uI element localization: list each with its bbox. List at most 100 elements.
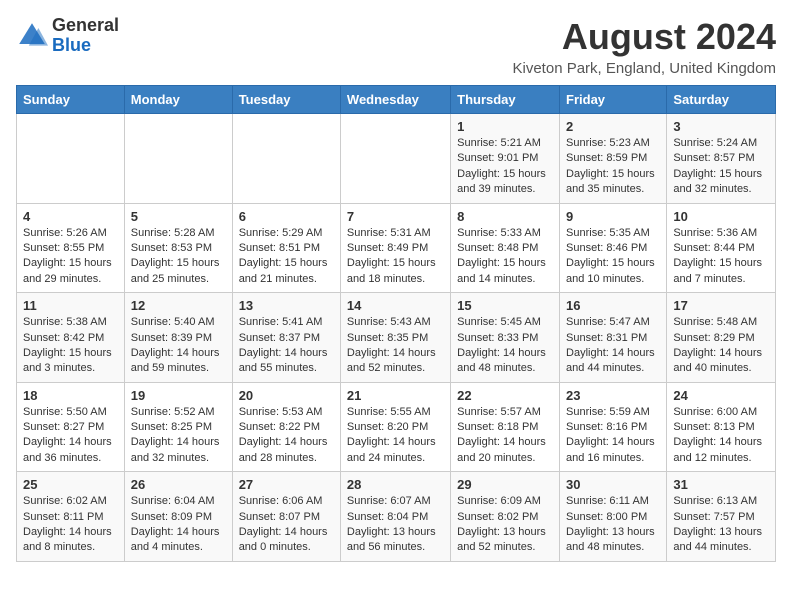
calendar-cell: 22 Sunrise: 5:57 AM Sunset: 8:18 PM Dayli…: [451, 382, 560, 472]
day-number: 11: [23, 298, 118, 313]
calendar-cell: [124, 114, 232, 204]
logo-general-text: General: [52, 15, 119, 35]
day-info: Sunrise: 6:07 AM Sunset: 8:04 PM Dayligh…: [347, 494, 444, 556]
calendar-cell: 25 Sunrise: 6:02 AM Sunset: 8:11 PM Dayli…: [17, 472, 125, 562]
day-number: 4: [23, 209, 118, 224]
day-info: Sunrise: 5:53 AM Sunset: 8:22 PM Dayligh…: [239, 405, 334, 467]
week-row-2: 4 Sunrise: 5:26 AM Sunset: 8:55 PM Daylig…: [17, 203, 776, 293]
day-number: 2: [566, 119, 660, 134]
header-wednesday: Wednesday: [340, 86, 450, 114]
day-info: Sunrise: 5:28 AM Sunset: 8:53 PM Dayligh…: [131, 226, 226, 288]
location-subtitle: Kiveton Park, England, United Kingdom: [513, 60, 777, 77]
logo-blue-text: Blue: [52, 35, 91, 55]
day-info: Sunrise: 5:57 AM Sunset: 8:18 PM Dayligh…: [457, 405, 553, 467]
day-info: Sunrise: 5:29 AM Sunset: 8:51 PM Dayligh…: [239, 226, 334, 288]
calendar-cell: 27 Sunrise: 6:06 AM Sunset: 8:07 PM Dayli…: [232, 472, 340, 562]
calendar-cell: 29 Sunrise: 6:09 AM Sunset: 8:02 PM Dayli…: [451, 472, 560, 562]
day-info: Sunrise: 6:11 AM Sunset: 8:00 PM Dayligh…: [566, 494, 660, 556]
day-info: Sunrise: 5:38 AM Sunset: 8:42 PM Dayligh…: [23, 315, 118, 377]
day-number: 29: [457, 477, 553, 492]
calendar-cell: 20 Sunrise: 5:53 AM Sunset: 8:22 PM Dayli…: [232, 382, 340, 472]
day-info: Sunrise: 5:40 AM Sunset: 8:39 PM Dayligh…: [131, 315, 226, 377]
calendar-cell: 2 Sunrise: 5:23 AM Sunset: 8:59 PM Daylig…: [560, 114, 667, 204]
calendar-cell: 31Sunrise: 6:13 AM Sunset: 7:57 PM Dayli…: [667, 472, 776, 562]
day-info: Sunrise: 5:36 AM Sunset: 8:44 PM Dayligh…: [673, 226, 769, 288]
calendar-cell: 9Sunrise: 5:35 AM Sunset: 8:46 PM Daylig…: [560, 203, 667, 293]
calendar-table: SundayMondayTuesdayWednesdayThursdayFrid…: [16, 85, 776, 562]
header-tuesday: Tuesday: [232, 86, 340, 114]
calendar-cell: 14 Sunrise: 5:43 AM Sunset: 8:35 PM Dayli…: [340, 293, 450, 383]
calendar-cell: 24 Sunrise: 6:00 AM Sunset: 8:13 PM Dayli…: [667, 382, 776, 472]
page-header: General Blue August 2024 Kiveton Park, E…: [16, 16, 776, 77]
title-area: August 2024 Kiveton Park, England, Unite…: [513, 16, 777, 77]
day-info: Sunrise: 5:23 AM Sunset: 8:59 PM Dayligh…: [566, 136, 660, 198]
calendar-cell: 17 Sunrise: 5:48 AM Sunset: 8:29 PM Dayli…: [667, 293, 776, 383]
day-number: 17: [673, 298, 769, 313]
day-number: 23: [566, 388, 660, 403]
calendar-cell: 6 Sunrise: 5:29 AM Sunset: 8:51 PM Daylig…: [232, 203, 340, 293]
logo-text: General Blue: [52, 16, 119, 56]
calendar-cell: 19 Sunrise: 5:52 AM Sunset: 8:25 PM Dayli…: [124, 382, 232, 472]
day-info: Sunrise: 5:55 AM Sunset: 8:20 PM Dayligh…: [347, 405, 444, 467]
day-number: 19: [131, 388, 226, 403]
calendar-cell: 23 Sunrise: 5:59 AM Sunset: 8:16 PM Dayli…: [560, 382, 667, 472]
calendar-header-row: SundayMondayTuesdayWednesdayThursdayFrid…: [17, 86, 776, 114]
day-info: Sunrise: 6:04 AM Sunset: 8:09 PM Dayligh…: [131, 494, 226, 556]
header-saturday: Saturday: [667, 86, 776, 114]
header-monday: Monday: [124, 86, 232, 114]
calendar-cell: 26Sunrise: 6:04 AM Sunset: 8:09 PM Dayli…: [124, 472, 232, 562]
day-number: 22: [457, 388, 553, 403]
day-info: Sunrise: 6:09 AM Sunset: 8:02 PM Dayligh…: [457, 494, 553, 556]
day-number: 5: [131, 209, 226, 224]
day-info: Sunrise: 5:48 AM Sunset: 8:29 PM Dayligh…: [673, 315, 769, 377]
day-number: 8: [457, 209, 553, 224]
calendar-cell: 30 Sunrise: 6:11 AM Sunset: 8:00 PM Dayli…: [560, 472, 667, 562]
day-info: Sunrise: 5:24 AM Sunset: 8:57 PM Dayligh…: [673, 136, 769, 198]
day-number: 6: [239, 209, 334, 224]
day-number: 1: [457, 119, 553, 134]
calendar-cell: 18 Sunrise: 5:50 AM Sunset: 8:27 PM Dayli…: [17, 382, 125, 472]
day-number: 12: [131, 298, 226, 313]
calendar-cell: 16Sunrise: 5:47 AM Sunset: 8:31 PM Dayli…: [560, 293, 667, 383]
calendar-cell: 10Sunrise: 5:36 AM Sunset: 8:44 PM Dayli…: [667, 203, 776, 293]
day-info: Sunrise: 5:47 AM Sunset: 8:31 PM Dayligh…: [566, 315, 660, 377]
day-info: Sunrise: 6:00 AM Sunset: 8:13 PM Dayligh…: [673, 405, 769, 467]
calendar-cell: [17, 114, 125, 204]
day-number: 27: [239, 477, 334, 492]
calendar-cell: 13 Sunrise: 5:41 AM Sunset: 8:37 PM Dayli…: [232, 293, 340, 383]
logo-icon: [16, 20, 48, 52]
day-info: Sunrise: 5:41 AM Sunset: 8:37 PM Dayligh…: [239, 315, 334, 377]
day-number: 25: [23, 477, 118, 492]
day-number: 24: [673, 388, 769, 403]
day-info: Sunrise: 6:13 AM Sunset: 7:57 PM Dayligh…: [673, 494, 769, 556]
day-info: Sunrise: 5:26 AM Sunset: 8:55 PM Dayligh…: [23, 226, 118, 288]
day-info: Sunrise: 5:21 AM Sunset: 9:01 PM Dayligh…: [457, 136, 553, 198]
calendar-cell: 4 Sunrise: 5:26 AM Sunset: 8:55 PM Daylig…: [17, 203, 125, 293]
month-year-title: August 2024: [513, 16, 777, 58]
day-info: Sunrise: 5:50 AM Sunset: 8:27 PM Dayligh…: [23, 405, 118, 467]
week-row-1: 1 Sunrise: 5:21 AM Sunset: 9:01 PM Daylig…: [17, 114, 776, 204]
day-number: 7: [347, 209, 444, 224]
day-info: Sunrise: 5:59 AM Sunset: 8:16 PM Dayligh…: [566, 405, 660, 467]
calendar-cell: 28Sunrise: 6:07 AM Sunset: 8:04 PM Dayli…: [340, 472, 450, 562]
day-info: Sunrise: 5:52 AM Sunset: 8:25 PM Dayligh…: [131, 405, 226, 467]
calendar-cell: 12 Sunrise: 5:40 AM Sunset: 8:39 PM Dayli…: [124, 293, 232, 383]
day-info: Sunrise: 6:02 AM Sunset: 8:11 PM Dayligh…: [23, 494, 118, 556]
day-info: Sunrise: 5:43 AM Sunset: 8:35 PM Dayligh…: [347, 315, 444, 377]
calendar-cell: 21Sunrise: 5:55 AM Sunset: 8:20 PM Dayli…: [340, 382, 450, 472]
day-number: 30: [566, 477, 660, 492]
day-number: 18: [23, 388, 118, 403]
week-row-3: 11 Sunrise: 5:38 AM Sunset: 8:42 PM Dayli…: [17, 293, 776, 383]
header-friday: Friday: [560, 86, 667, 114]
day-info: Sunrise: 5:45 AM Sunset: 8:33 PM Dayligh…: [457, 315, 553, 377]
day-info: Sunrise: 5:31 AM Sunset: 8:49 PM Dayligh…: [347, 226, 444, 288]
week-row-4: 18 Sunrise: 5:50 AM Sunset: 8:27 PM Dayli…: [17, 382, 776, 472]
day-number: 20: [239, 388, 334, 403]
header-thursday: Thursday: [451, 86, 560, 114]
calendar-cell: 7 Sunrise: 5:31 AM Sunset: 8:49 PM Daylig…: [340, 203, 450, 293]
calendar-cell: 1 Sunrise: 5:21 AM Sunset: 9:01 PM Daylig…: [451, 114, 560, 204]
day-number: 14: [347, 298, 444, 313]
day-info: Sunrise: 6:06 AM Sunset: 8:07 PM Dayligh…: [239, 494, 334, 556]
day-number: 9: [566, 209, 660, 224]
day-number: 13: [239, 298, 334, 313]
